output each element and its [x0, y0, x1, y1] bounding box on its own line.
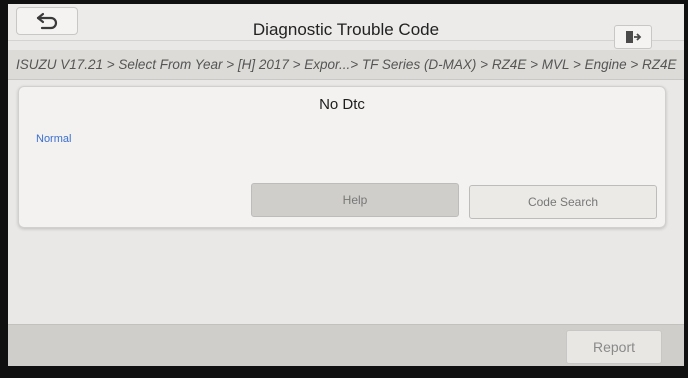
breadcrumb: ISUZU V17.21 > Select From Year > [H] 20… [8, 50, 684, 80]
help-button[interactable]: Help [251, 183, 459, 217]
dtc-message: No Dtc [319, 96, 365, 113]
code-search-button[interactable]: Code Search [469, 185, 657, 219]
page-title: Diagnostic Trouble Code [252, 20, 440, 39]
exit-button[interactable] [614, 25, 652, 49]
app-screen: Diagnostic Trouble Code ISUZU V17.21 > S… [8, 4, 684, 366]
exit-icon [626, 31, 642, 43]
top-bar: Diagnostic Trouble Code [8, 4, 684, 49]
system-status: Normal [36, 133, 72, 145]
bottom-toolbar: Report [8, 324, 684, 366]
dtc-result-panel: No Dtc Normal Help Code Search [18, 86, 666, 228]
report-button[interactable]: Report [566, 330, 662, 364]
